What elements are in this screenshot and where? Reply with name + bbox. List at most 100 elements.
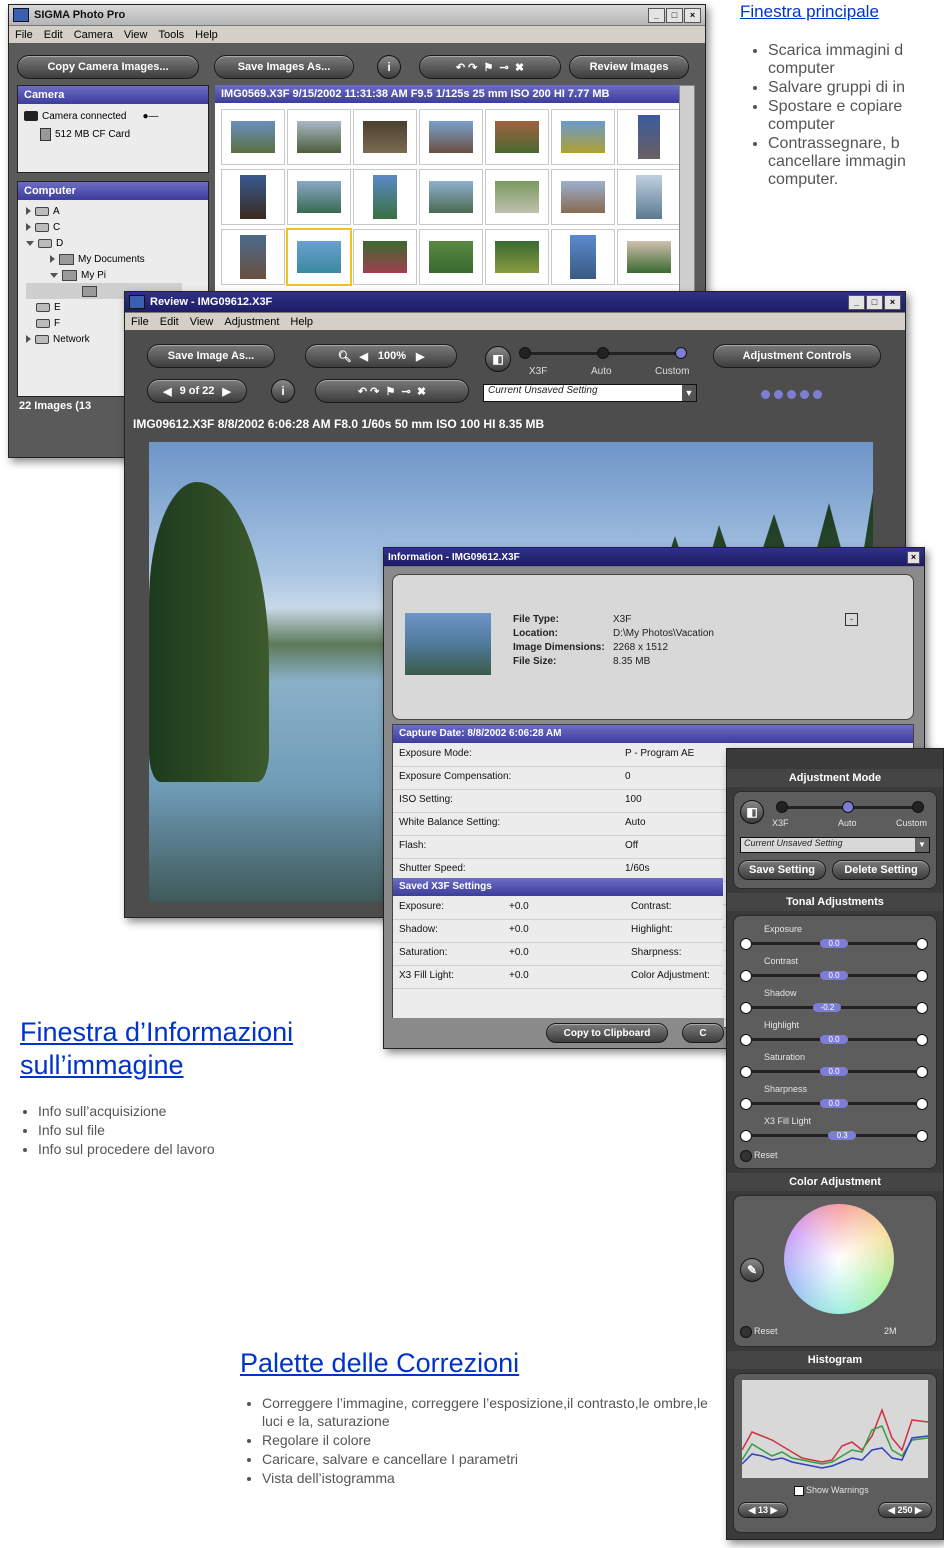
decrement-icon[interactable]: ◀ — [749, 1505, 756, 1516]
menu-camera[interactable]: Camera — [74, 29, 113, 41]
tonal-slider[interactable]: Shadow -0.2 — [734, 988, 934, 1018]
slider-value[interactable]: 0.0 — [820, 939, 848, 948]
zoom-icon[interactable]: 🔍︎ — [337, 350, 351, 363]
close-icon[interactable]: × — [884, 294, 901, 310]
tree-item-my-documents[interactable]: My Documents — [26, 251, 208, 267]
expand-icon[interactable] — [26, 223, 31, 231]
copy-camera-images-button[interactable]: Copy Camera Images... — [17, 55, 199, 79]
main-window-link[interactable]: Finestra principale — [740, 2, 879, 22]
thumbnail[interactable] — [221, 229, 285, 285]
menu-edit[interactable]: Edit — [160, 316, 179, 328]
slider-right-arrow-icon[interactable] — [916, 1002, 928, 1014]
tree-item-c[interactable]: C — [26, 219, 208, 235]
mode-knob-custom[interactable] — [912, 801, 924, 813]
thumbnail[interactable] — [221, 109, 285, 165]
dropdown-arrow-icon[interactable]: ▼ — [915, 838, 929, 852]
adjustment-controls-button[interactable]: Adjustment Controls — [713, 344, 881, 368]
thumbnail[interactable] — [551, 169, 615, 225]
x3f-mode-icon[interactable]: ◧ — [740, 800, 764, 824]
menu-file[interactable]: File — [131, 316, 149, 328]
reset-icon[interactable] — [740, 1150, 752, 1162]
increment-icon[interactable]: ▶ — [771, 1505, 778, 1516]
card-row[interactable]: 512 MB CF Card — [18, 124, 208, 142]
hist-high-stepper[interactable]: ◀ 250 ▶ — [878, 1502, 932, 1518]
thumbnail[interactable] — [485, 169, 549, 225]
thumbnail-scrollbar[interactable] — [679, 85, 695, 325]
mode-knob-auto[interactable] — [597, 347, 609, 359]
palette-dot[interactable] — [813, 390, 822, 399]
color-wheel[interactable] — [784, 1204, 894, 1314]
partial-button[interactable]: C — [682, 1023, 724, 1043]
mode-knob-custom[interactable] — [675, 347, 687, 359]
thumbnail[interactable] — [485, 109, 549, 165]
tree-item-a[interactable]: A — [26, 203, 208, 219]
tonal-slider[interactable]: Highlight 0.0 — [734, 1020, 934, 1050]
thumbnail[interactable] — [551, 229, 615, 285]
thumbnail[interactable] — [617, 169, 681, 225]
expand-icon[interactable] — [50, 255, 55, 263]
menu-adjustment[interactable]: Adjustment — [224, 316, 279, 328]
rotate-icon[interactable]: ↶ ↷ — [456, 61, 478, 74]
tree-item-d[interactable]: D — [26, 235, 208, 251]
zoom-in-icon[interactable]: ▶ — [416, 350, 424, 363]
slider-left-arrow-icon[interactable] — [740, 1002, 752, 1014]
menu-view[interactable]: View — [190, 316, 214, 328]
menu-tools[interactable]: Tools — [158, 29, 184, 41]
maximize-icon[interactable]: □ — [666, 7, 683, 23]
slider-left-arrow-icon[interactable] — [740, 970, 752, 982]
decrement-icon[interactable]: ◀ — [888, 1505, 895, 1516]
collapse-icon[interactable] — [26, 240, 34, 246]
increment-icon[interactable]: ▶ — [915, 1505, 922, 1516]
tonal-slider[interactable]: Saturation 0.0 — [734, 1052, 934, 1082]
thumbnail-selected[interactable] — [286, 228, 352, 286]
tree-item-my-pictures[interactable]: My Pi — [26, 267, 208, 283]
dropdown-arrow-icon[interactable]: ▼ — [682, 385, 696, 401]
menu-file[interactable]: File — [15, 29, 33, 41]
slider-right-arrow-icon[interactable] — [916, 1034, 928, 1046]
trash-icon[interactable]: ✖ — [515, 61, 524, 74]
thumbnail[interactable] — [353, 229, 417, 285]
thumbnail[interactable] — [617, 109, 681, 165]
flag-icon[interactable]: ⚑ — [386, 385, 396, 398]
close-icon[interactable]: × — [684, 7, 701, 23]
thumbnail[interactable] — [485, 229, 549, 285]
expand-box-icon[interactable]: - — [845, 613, 858, 626]
setting-select[interactable]: Current Unsaved Setting ▼ — [483, 384, 697, 402]
tonal-slider[interactable]: Sharpness 0.0 — [734, 1084, 934, 1114]
close-icon[interactable]: × — [907, 550, 920, 564]
mode-knob-auto[interactable] — [842, 801, 854, 813]
x3f-mode-icon[interactable]: ◧ — [485, 346, 511, 372]
menu-view[interactable]: View — [124, 29, 148, 41]
save-setting-button[interactable]: Save Setting — [738, 860, 826, 880]
slider-right-arrow-icon[interactable] — [916, 938, 928, 950]
delete-setting-button[interactable]: Delete Setting — [832, 860, 930, 880]
trash-icon[interactable]: ✖ — [417, 385, 426, 398]
expand-icon[interactable] — [26, 335, 31, 343]
slider-right-arrow-icon[interactable] — [916, 1130, 928, 1142]
slider-left-arrow-icon[interactable] — [740, 1130, 752, 1142]
thumbnail[interactable] — [419, 109, 483, 165]
lock-icon[interactable]: ⊸ — [402, 385, 411, 398]
thumbnail[interactable] — [419, 229, 483, 285]
copy-to-clipboard-button[interactable]: Copy to Clipboard — [546, 1023, 668, 1043]
slider-value[interactable]: 0.0 — [820, 1099, 848, 1108]
menu-edit[interactable]: Edit — [44, 29, 63, 41]
slider-value[interactable]: 0.0 — [820, 1035, 848, 1044]
thumbnail[interactable] — [287, 109, 351, 165]
palette-dot[interactable] — [787, 390, 796, 399]
slider-value[interactable]: 0.0 — [820, 971, 848, 980]
palette-link[interactable]: Palette delle Correzioni — [240, 1348, 519, 1379]
minimize-icon[interactable]: _ — [848, 294, 865, 310]
slider-left-arrow-icon[interactable] — [740, 938, 752, 950]
slider-right-arrow-icon[interactable] — [916, 970, 928, 982]
show-warnings-checkbox[interactable] — [794, 1486, 804, 1496]
save-images-as-button[interactable]: Save Images As... — [214, 55, 354, 79]
thumbnail[interactable] — [287, 169, 351, 225]
thumbnail[interactable] — [353, 109, 417, 165]
mode-knob-x3f[interactable] — [519, 347, 531, 359]
slider-right-arrow-icon[interactable] — [916, 1066, 928, 1078]
thumbnail[interactable] — [551, 109, 615, 165]
slider-value[interactable]: -0.2 — [813, 1003, 842, 1012]
slider-right-arrow-icon[interactable] — [916, 1098, 928, 1110]
info-icon[interactable]: i — [271, 379, 295, 403]
